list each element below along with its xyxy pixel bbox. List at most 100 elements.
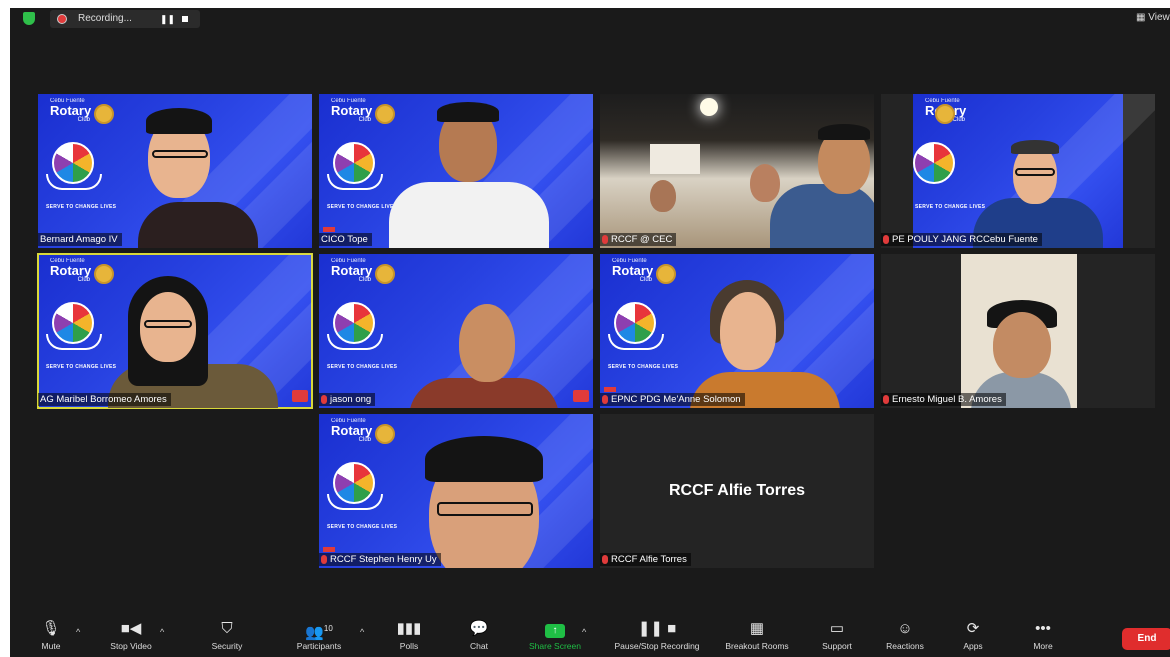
recording-dot-icon (57, 14, 67, 24)
participant-name-tag: EPNC PDG Me'Anne Solomon (600, 393, 745, 406)
participant-hair (818, 124, 870, 140)
globe-icon (913, 142, 955, 184)
participant-name: CICO Tope (321, 234, 368, 245)
rotary-logo: Cebu Fuente Rotary Club (612, 258, 654, 283)
participant-name-tag: PE POULY JANG RCCebu Fuente (881, 233, 1042, 246)
hand-icon (327, 494, 383, 510)
zoom-meeting-window: Recording... ❚❚ ▦ View Cebu Fuente Rotar… (10, 8, 1170, 657)
audio-options-caret-icon[interactable]: ^ (76, 627, 80, 637)
participant-face (650, 180, 676, 212)
glasses-icon (152, 150, 208, 158)
hand-raised-badge-icon (292, 390, 308, 402)
room-background (961, 254, 1077, 408)
more-icon: ••• (1035, 620, 1051, 637)
participant-face (750, 164, 780, 202)
muted-mic-icon (883, 395, 889, 404)
participant-name-tag: RCCF @ CEC (600, 233, 677, 246)
polls-icon: ▮▮▮ (396, 620, 422, 637)
participant-face (720, 292, 776, 370)
video-tile[interactable]: Cebu Fuente Rotary Club SERVE TO CHANGE … (319, 254, 593, 408)
glasses-icon (144, 320, 192, 328)
participant-name: RCCF Alfie Torres (611, 554, 687, 565)
participants-icon: 👥10 (305, 624, 333, 641)
recording-badge-icon (323, 227, 335, 232)
meeting-toolbar: 🎙 Mute ^ ■◀ Stop Video ^ ⛉ Security 👥10 … (10, 613, 1170, 657)
tagline: SERVE TO CHANGE LIVES (46, 364, 117, 370)
breakout-rooms-icon: ▦ (749, 620, 765, 637)
view-button[interactable]: ▦ View (1136, 12, 1170, 23)
participant-display-name: RCCF Alfie Torres (668, 482, 805, 499)
rotary-wheel-icon (375, 264, 395, 284)
encryption-shield-icon[interactable] (23, 12, 35, 25)
participant-face (993, 312, 1051, 378)
share-screen-button[interactable]: ↑ Share Screen (520, 619, 590, 651)
support-button[interactable]: ▭ Support (802, 619, 872, 651)
polls-button[interactable]: ▮▮▮ Polls (374, 619, 444, 651)
participants-options-caret-icon[interactable]: ^ (360, 627, 364, 637)
stop-video-button[interactable]: ■◀ Stop Video (96, 619, 166, 651)
tagline: SERVE TO CHANGE LIVES (46, 204, 117, 210)
muted-mic-icon (602, 555, 608, 564)
hand-icon (46, 174, 102, 190)
rotary-wheel-icon (375, 104, 395, 124)
reactions-icon: ☺ (897, 620, 913, 637)
video-tile[interactable]: Ernesto Miguel B. Amores (881, 254, 1155, 408)
participant-name-tag: RCCF Stephen Henry Uy (319, 553, 441, 566)
video-tile-no-video[interactable]: RCCF Alfie Torres RCCF Alfie Torres (600, 414, 874, 568)
video-options-caret-icon[interactable]: ^ (160, 627, 164, 637)
chat-button[interactable]: 💬 Chat (444, 619, 514, 651)
rotary-wheel-icon (94, 104, 114, 124)
muted-mic-icon (321, 395, 327, 404)
chat-icon: 💬 (469, 620, 489, 637)
stop-recording-icon[interactable] (182, 16, 188, 22)
support-icon: ▭ (829, 620, 845, 637)
participant-hair (1011, 140, 1059, 154)
participant-body (770, 184, 874, 248)
video-tile[interactable]: Cebu Fuente Rotary Club SERVE TO CHANGE … (881, 94, 1155, 248)
video-tile-active-speaker[interactable]: Cebu Fuente Rotary Club SERVE TO CHANGE … (37, 253, 313, 409)
rotary-logo: Cebu Fuente Rotary Club (50, 258, 92, 283)
video-tile[interactable]: Cebu Fuente Rotary Club SERVE TO CHANGE … (319, 414, 593, 568)
rotary-wheel-icon (94, 264, 114, 284)
more-button[interactable]: ••• More (1008, 619, 1078, 651)
reactions-button[interactable]: ☺ Reactions (870, 619, 940, 651)
participant-name: jason ong (330, 394, 372, 405)
tagline: SERVE TO CHANGE LIVES (327, 524, 398, 530)
recording-indicator: Recording... ❚❚ (50, 10, 200, 28)
share-options-caret-icon[interactable]: ^ (582, 627, 586, 637)
participant-name-tag: jason ong (319, 393, 376, 406)
pause-recording-icon[interactable]: ❚❚ (160, 14, 175, 25)
participant-name-tag: Bernard Amago IV (38, 233, 122, 246)
participant-hair (437, 102, 499, 122)
view-label: View (1148, 12, 1170, 23)
participant-name-tag: AG Maribel Borromeo Amores (38, 393, 171, 406)
apps-button[interactable]: ⟳ Apps (938, 619, 1008, 651)
recording-label: Recording... (78, 13, 132, 24)
recording-icon: ❚❚ ■ (637, 620, 677, 637)
video-tile[interactable]: Cebu Fuente Rotary Club SERVE TO CHANGE … (38, 94, 312, 248)
apps-icon: ⟳ (966, 620, 980, 637)
end-meeting-button[interactable]: End (1122, 628, 1170, 650)
muted-mic-icon (321, 555, 327, 564)
hand-icon (46, 334, 102, 350)
participant-hair (146, 108, 212, 134)
breakout-rooms-button[interactable]: ▦ Breakout Rooms (722, 619, 792, 651)
pause-stop-recording-button[interactable]: ❚❚ ■ Pause/Stop Recording (614, 619, 700, 651)
participant-name: RCCF Stephen Henry Uy (330, 554, 437, 565)
participant-body (389, 182, 549, 248)
restaurant-wall (650, 144, 700, 174)
video-tile[interactable]: Cebu Fuente Rotary Club SERVE TO CHANGE … (600, 254, 874, 408)
tagline: SERVE TO CHANGE LIVES (327, 204, 398, 210)
video-camera-icon: ■◀ (120, 620, 142, 637)
rotary-logo: Cebu Fuente Rotary Club (50, 98, 92, 123)
participant-name: EPNC PDG Me'Anne Solomon (611, 394, 741, 405)
rotary-wheel-icon (935, 104, 955, 124)
security-button[interactable]: ⛉ Security (192, 619, 262, 651)
shield-icon: ⛉ (221, 620, 233, 637)
participants-button[interactable]: 👥10 Participants (284, 619, 354, 651)
video-tile[interactable]: Cebu Fuente Rotary Club SERVE TO CHANGE … (319, 94, 593, 248)
tagline: SERVE TO CHANGE LIVES (327, 364, 398, 370)
participant-name-tag: RCCF Alfie Torres (600, 553, 691, 566)
muted-mic-icon (602, 395, 608, 404)
video-tile[interactable]: RCCF @ CEC (600, 94, 874, 248)
